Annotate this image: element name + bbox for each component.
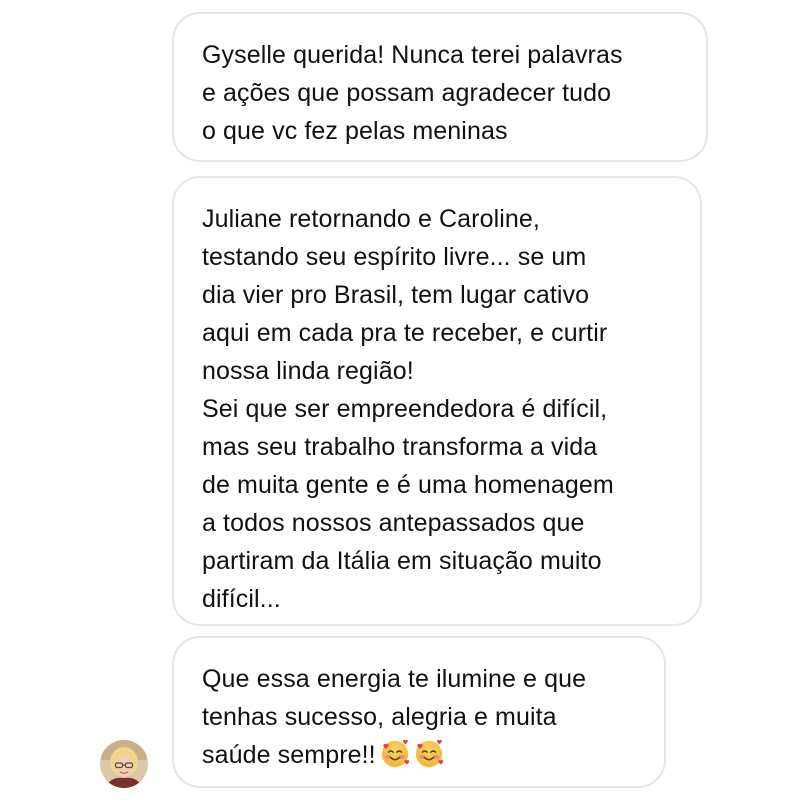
smiling-face-with-hearts-icon [381, 739, 409, 768]
avatar-image [100, 740, 148, 788]
message-bubble[interactable]: Que essa energia te ilumine e que tenhas… [172, 636, 666, 788]
message-line: partiram da Itália em situação muito [202, 547, 602, 575]
avatar[interactable] [100, 740, 148, 788]
message-line: o que vc fez pelas meninas [202, 117, 508, 145]
message-line: tenhas sucesso, alegria e muita [202, 703, 557, 731]
message-line: Sei que ser empreendedora é difícil, [202, 395, 608, 423]
message-paragraph: Juliane retornando e Caroline, testando … [202, 200, 672, 390]
message-line: mas seu trabalho transforma a vida [202, 433, 598, 461]
message-line: de muita gente e é uma homenagem [202, 471, 614, 499]
message-paragraph: Que essa energia te ilumine e que tenhas… [202, 660, 636, 774]
message-line: Gyselle querida! Nunca terei palavras [202, 41, 623, 69]
message-line: Que essa energia te ilumine e que [202, 665, 587, 693]
message-line: testando seu espírito livre... se um [202, 243, 587, 271]
message-bubble[interactable]: Juliane retornando e Caroline, testando … [172, 176, 702, 626]
message-paragraph: Sei que ser empreendedora é difícil, mas… [202, 390, 672, 618]
message-line-text: saúde sempre!! [202, 741, 376, 769]
message-line: e ações que possam agradecer tudo [202, 79, 612, 107]
message-line: difícil... [202, 585, 281, 613]
message-line: a todos nossos antepassados que [202, 509, 585, 537]
message-line: nossa linda região! [202, 357, 414, 385]
message-bubble[interactable]: Gyselle querida! Nunca terei palavras e … [172, 12, 708, 162]
message-line: saúde sempre!! [202, 736, 636, 774]
message-line: Juliane retornando e Caroline, [202, 205, 540, 233]
message-line: dia vier pro Brasil, tem lugar cativo [202, 281, 590, 309]
message-line: aqui em cada pra te receber, e curtir [202, 319, 608, 347]
message-paragraph: Gyselle querida! Nunca terei palavras e … [202, 36, 678, 150]
smiling-face-with-hearts-icon [415, 739, 443, 768]
